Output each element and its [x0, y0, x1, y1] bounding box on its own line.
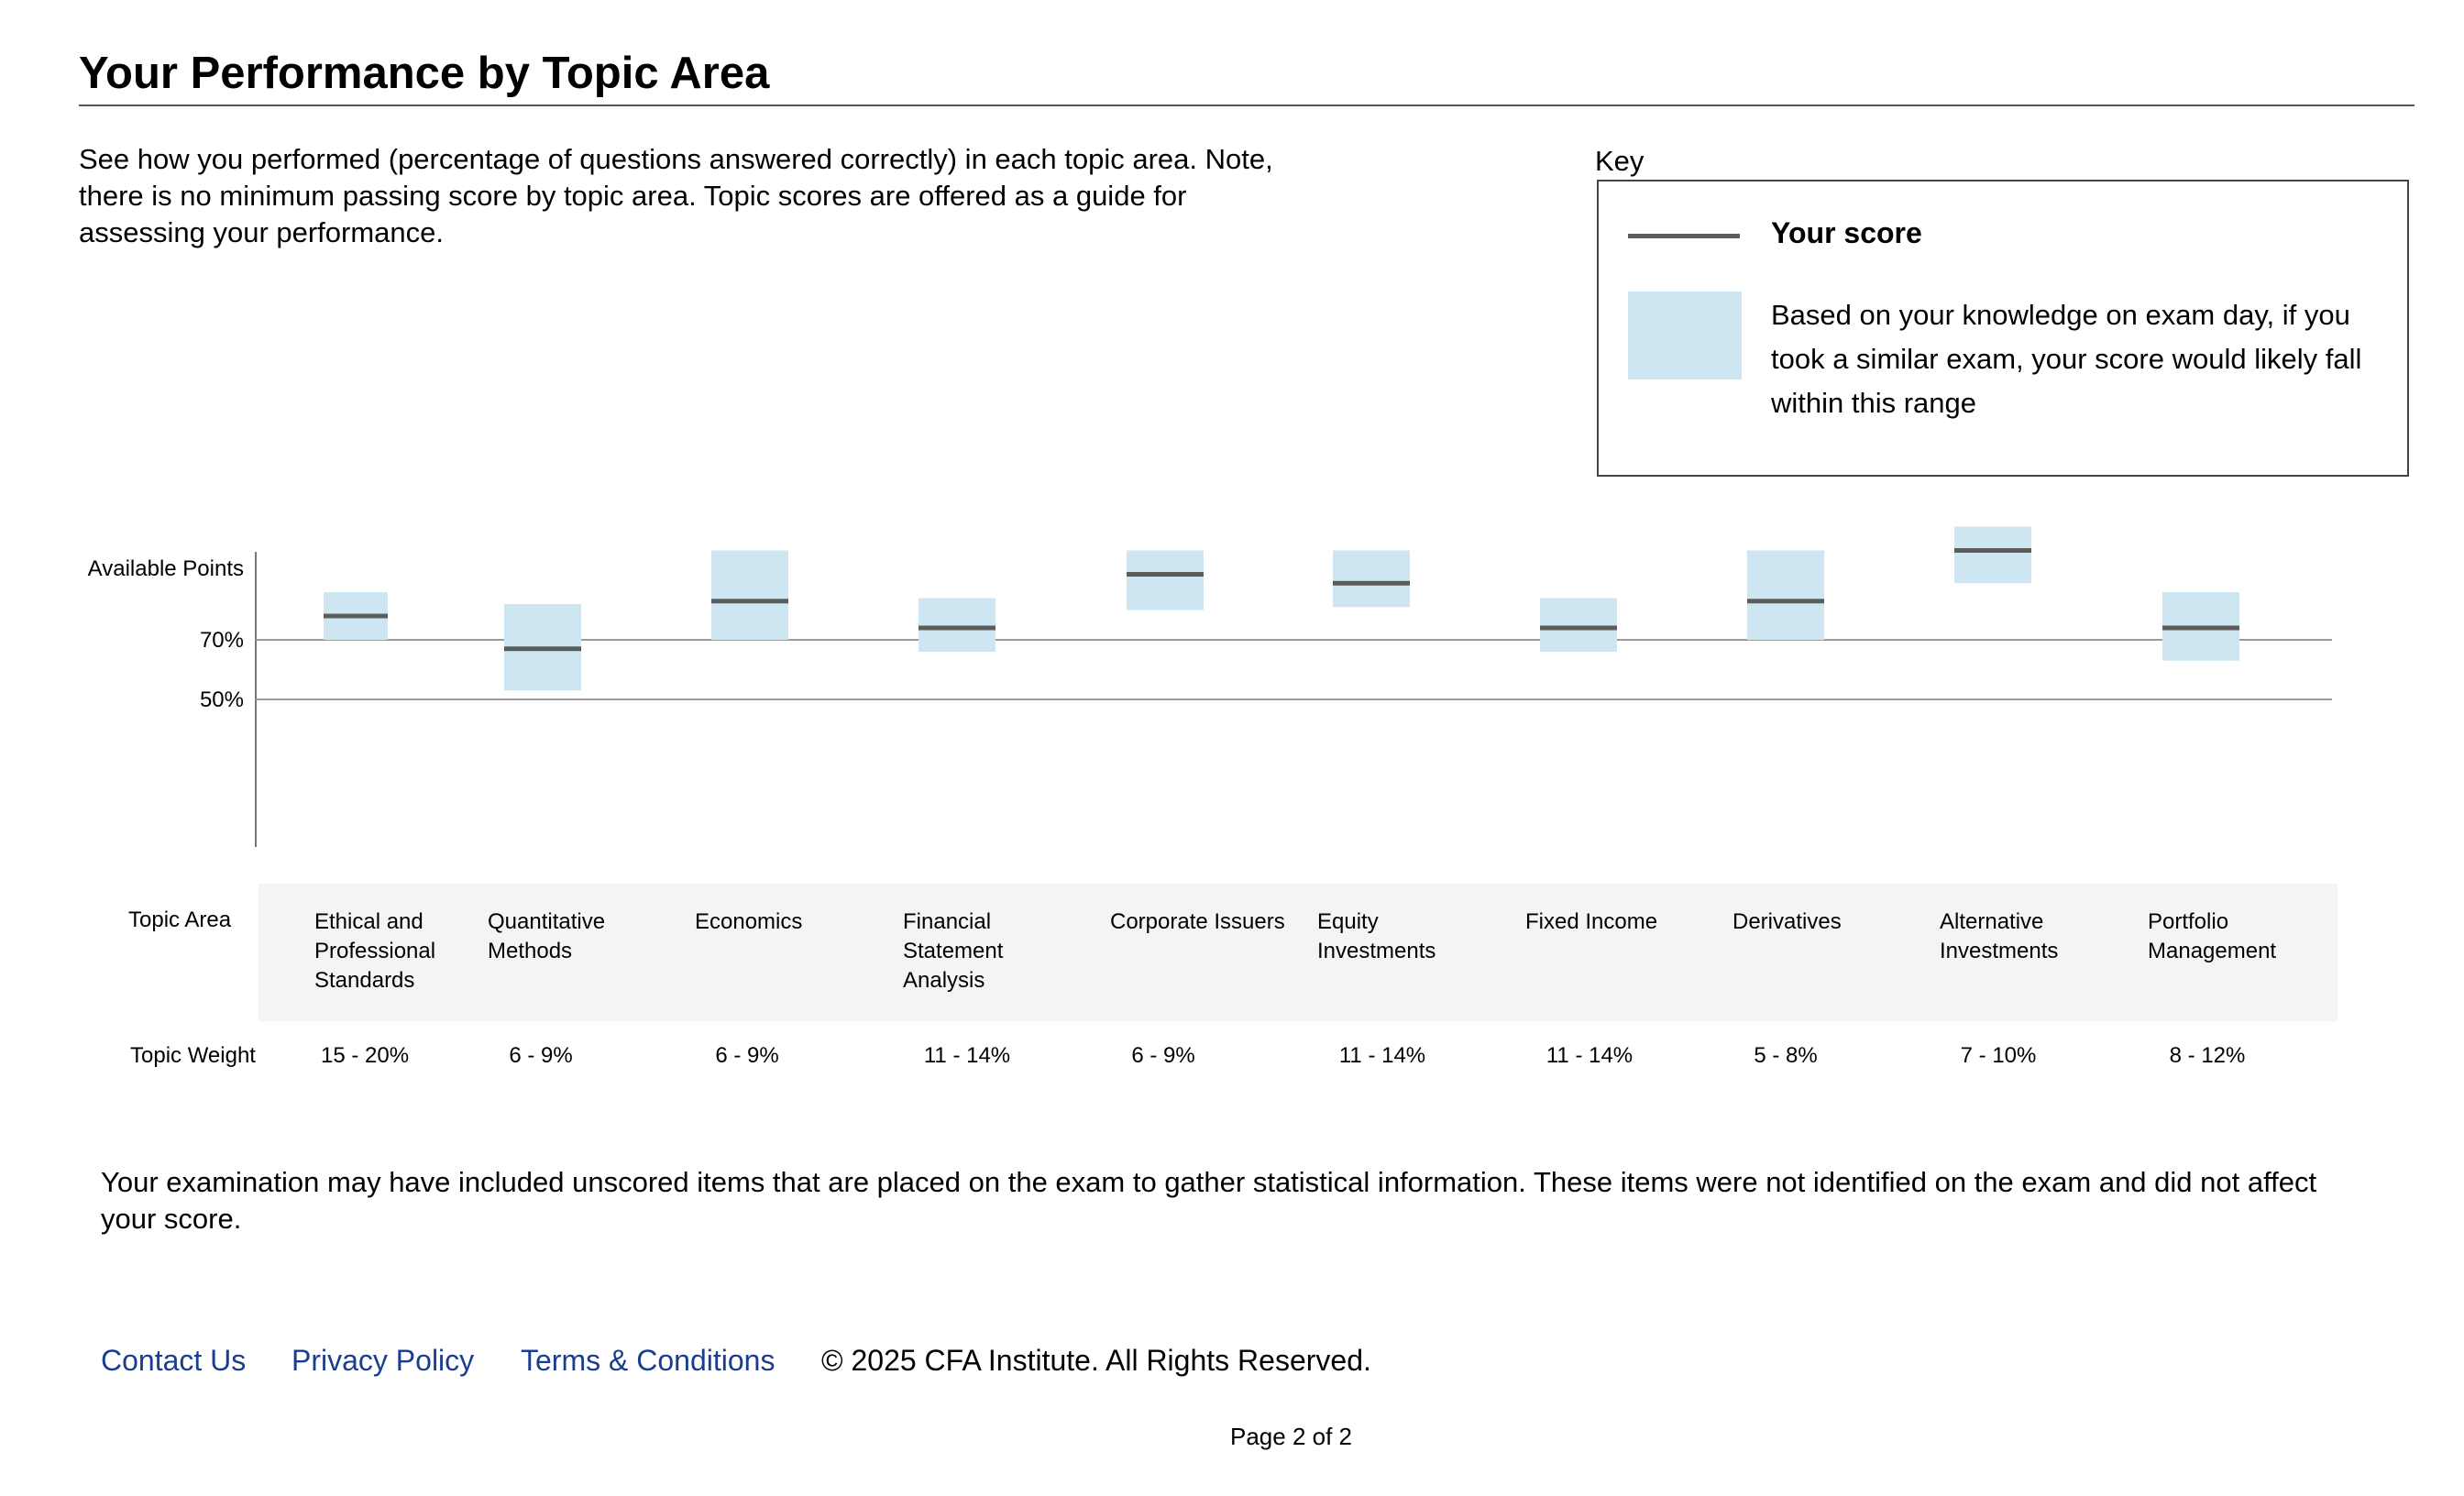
topic-area-name: Equity Investments [1317, 909, 1436, 963]
key-heading: Key [1595, 145, 1644, 177]
privacy-policy-link[interactable]: Privacy Policy [292, 1344, 474, 1378]
topic-area-name: Fixed Income [1525, 909, 1658, 934]
contact-us-link[interactable]: Contact Us [101, 1344, 246, 1378]
page-title: Your Performance by Topic Area [79, 49, 770, 98]
score-line-swatch [1628, 234, 1740, 238]
topic-weight-value: 7 - 10% [1960, 1043, 2037, 1068]
topic-weight-value: 15 - 20% [320, 1043, 410, 1068]
topic-area-name: Alternative Investments [1940, 909, 2059, 963]
range-swatch [1628, 292, 1742, 380]
tick-label-70: 70% [200, 628, 244, 653]
title-divider [79, 104, 2414, 106]
topic-weight-value: 8 - 12% [2169, 1043, 2246, 1068]
unscored-items-notice: Your examination may have included unsco… [101, 1166, 2317, 1235]
topic-weight-value: 6 - 9% [509, 1043, 573, 1068]
tick-label-50: 50% [200, 688, 244, 712]
topic-performance-chart: Available Points 70% 50% [88, 526, 2332, 847]
topic-weight-value: 11 - 14% [923, 1043, 1011, 1068]
y-axis-label: Available Points [88, 556, 244, 581]
score-range-box [1333, 550, 1410, 608]
topic-area-name: Portfolio Management [2148, 909, 2277, 963]
topic-area-name: Quantitative Methods [488, 909, 606, 963]
intro-text: See how you performed (percentage of que… [79, 143, 1273, 248]
topic-weight-value: 5 - 8% [1754, 1043, 1818, 1068]
terms-conditions-link[interactable]: Terms & Conditions [521, 1344, 775, 1378]
page-number: Page 2 of 2 [1230, 1423, 1352, 1450]
score-range-box [1540, 598, 1617, 652]
topic-weight-value: 6 - 9% [715, 1043, 779, 1068]
copyright-text: © 2025 CFA Institute. All Rights Reserve… [821, 1344, 1371, 1377]
score-range-box [1954, 526, 2031, 584]
score-range-box [1127, 550, 1204, 610]
topic-area-name: Derivatives [1732, 909, 1842, 934]
topic-weight-value: 11 - 14% [1546, 1043, 1634, 1068]
topic-area-name: Financial Statement Analysis [903, 909, 1004, 993]
key-score-label: Your score [1771, 216, 1922, 249]
score-range-box [1747, 550, 1824, 640]
score-range-box [711, 550, 788, 640]
key-range-label: Based on your knowledge on exam day, if … [1771, 299, 2362, 419]
topic-weight-value: 11 - 14% [1338, 1043, 1426, 1068]
topic-area-name: Corporate Issuers [1110, 909, 1285, 934]
topic-weight-label: Topic Weight [130, 1043, 256, 1068]
score-range-box [918, 598, 996, 652]
topic-area-name: Economics [695, 909, 803, 934]
topic-area-label: Topic Area [128, 908, 232, 932]
topic-area-name: Ethical and Professional Standards [314, 909, 436, 993]
topic-weight-value: 6 - 9% [1131, 1043, 1195, 1068]
